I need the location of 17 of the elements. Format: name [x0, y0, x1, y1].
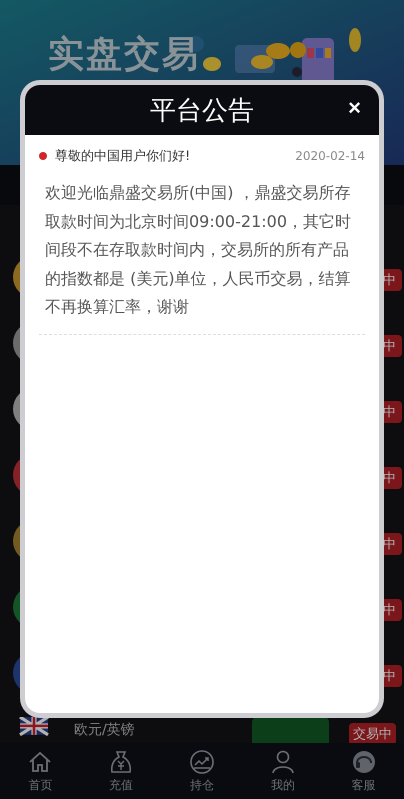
- headset-icon: [350, 748, 377, 774]
- chart-icon: [188, 748, 215, 774]
- notice-text: 欢迎光临鼎盛交易所(中国) ，鼎盛交易所存取款时间为北京时间09:00-21:00，其它时间段不在存取款时间内，交易所的所有产品的指数都是 (美元)单位，人民币交易，结算不再换算汇率，谢谢: [45, 182, 352, 318]
- person-icon: [270, 748, 296, 774]
- nav-tab[interactable]: 持仓: [162, 743, 242, 799]
- trading-status: 交易中: [349, 723, 396, 743]
- notice-date: 2020-02-14: [295, 149, 365, 163]
- banner-title: 实盘交易: [48, 33, 200, 77]
- dialog-title: 平台公告: [150, 94, 254, 128]
- close-button[interactable]: ×: [346, 95, 363, 121]
- nav-tab[interactable]: 充值: [80, 743, 162, 799]
- pair-name: 欧元/英镑: [74, 721, 135, 739]
- bullet-icon: [39, 152, 47, 160]
- nav-tab[interactable]: 客服: [323, 743, 404, 799]
- notice-title: 尊敬的中国用户你们好!: [55, 148, 192, 165]
- nav-tab[interactable]: 我的: [242, 743, 324, 799]
- nav-tab[interactable]: 首页: [0, 743, 81, 799]
